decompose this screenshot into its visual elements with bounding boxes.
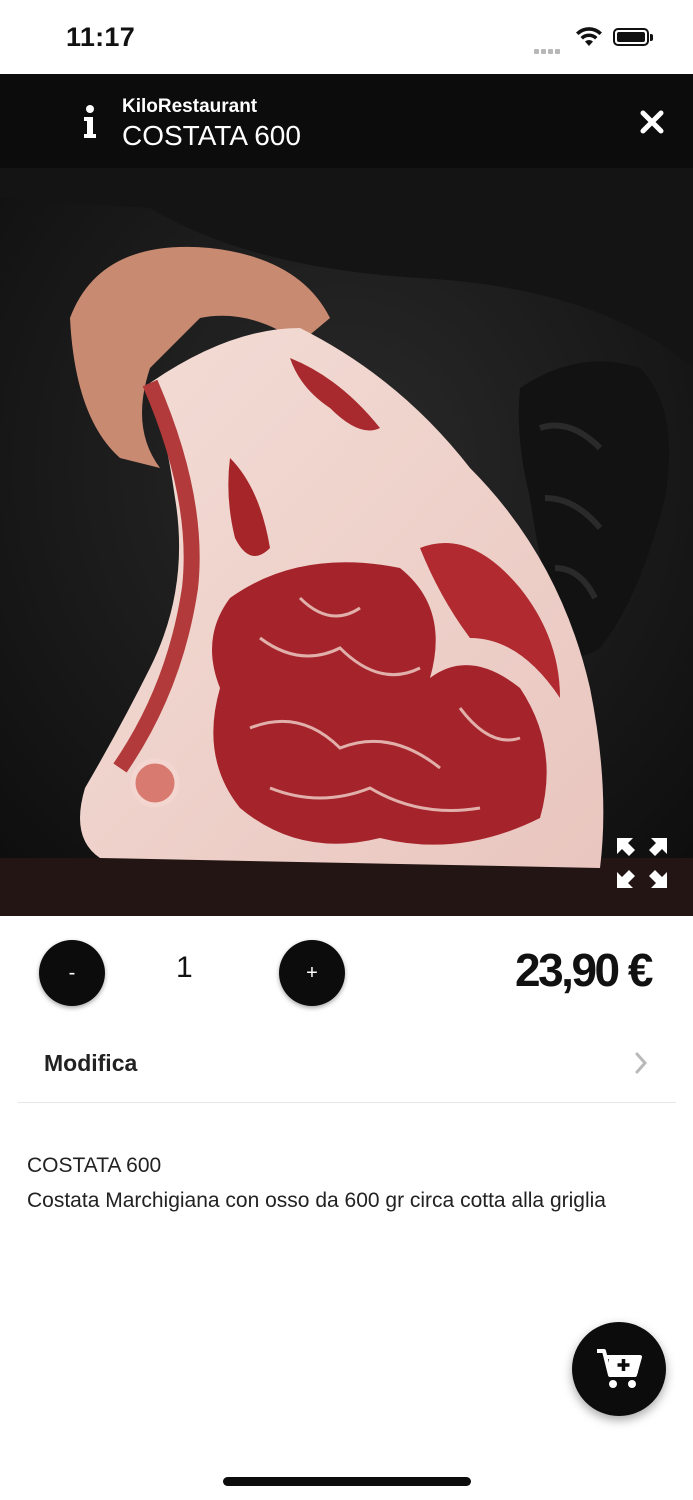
chevron-right-icon bbox=[635, 1052, 648, 1074]
product-price: 23,90 € bbox=[515, 944, 653, 996]
minus-label: - bbox=[68, 961, 76, 984]
status-bar: 11:17 bbox=[0, 0, 693, 74]
modifica-label: Modifica bbox=[44, 1050, 138, 1076]
quantity-value: 1 bbox=[176, 951, 193, 984]
product-image bbox=[0, 168, 693, 916]
plus-label: + bbox=[306, 961, 318, 984]
restaurant-name: KiloRestaurant bbox=[122, 96, 258, 117]
decrease-quantity-button[interactable]: - bbox=[39, 940, 105, 1006]
product-photo bbox=[0, 168, 693, 916]
product-header: KiloRestaurant COSTATA 600 bbox=[0, 74, 693, 168]
wifi-icon bbox=[576, 27, 602, 46]
signal-icon bbox=[534, 41, 566, 54]
description-title: COSTATA 600 bbox=[27, 1154, 162, 1177]
home-indicator[interactable] bbox=[223, 1477, 471, 1486]
expand-icon[interactable] bbox=[615, 836, 669, 890]
description-text: Costata Marchigiana con osso da 600 gr c… bbox=[27, 1189, 606, 1212]
close-icon[interactable] bbox=[636, 106, 668, 138]
add-to-cart-button[interactable] bbox=[572, 1322, 666, 1416]
product-title: COSTATA 600 bbox=[122, 120, 301, 151]
product-description: COSTATA 600 Costata Marchigiana con osso… bbox=[27, 1148, 647, 1218]
info-icon bbox=[84, 105, 96, 138]
battery-icon bbox=[613, 28, 653, 46]
modifica-row[interactable]: Modifica bbox=[18, 1026, 676, 1103]
increase-quantity-button[interactable]: + bbox=[279, 940, 345, 1006]
quantity-row: - 1 + 23,90 € bbox=[0, 917, 693, 1027]
cart-plus-icon bbox=[597, 1349, 642, 1388]
status-time: 11:17 bbox=[66, 22, 136, 52]
